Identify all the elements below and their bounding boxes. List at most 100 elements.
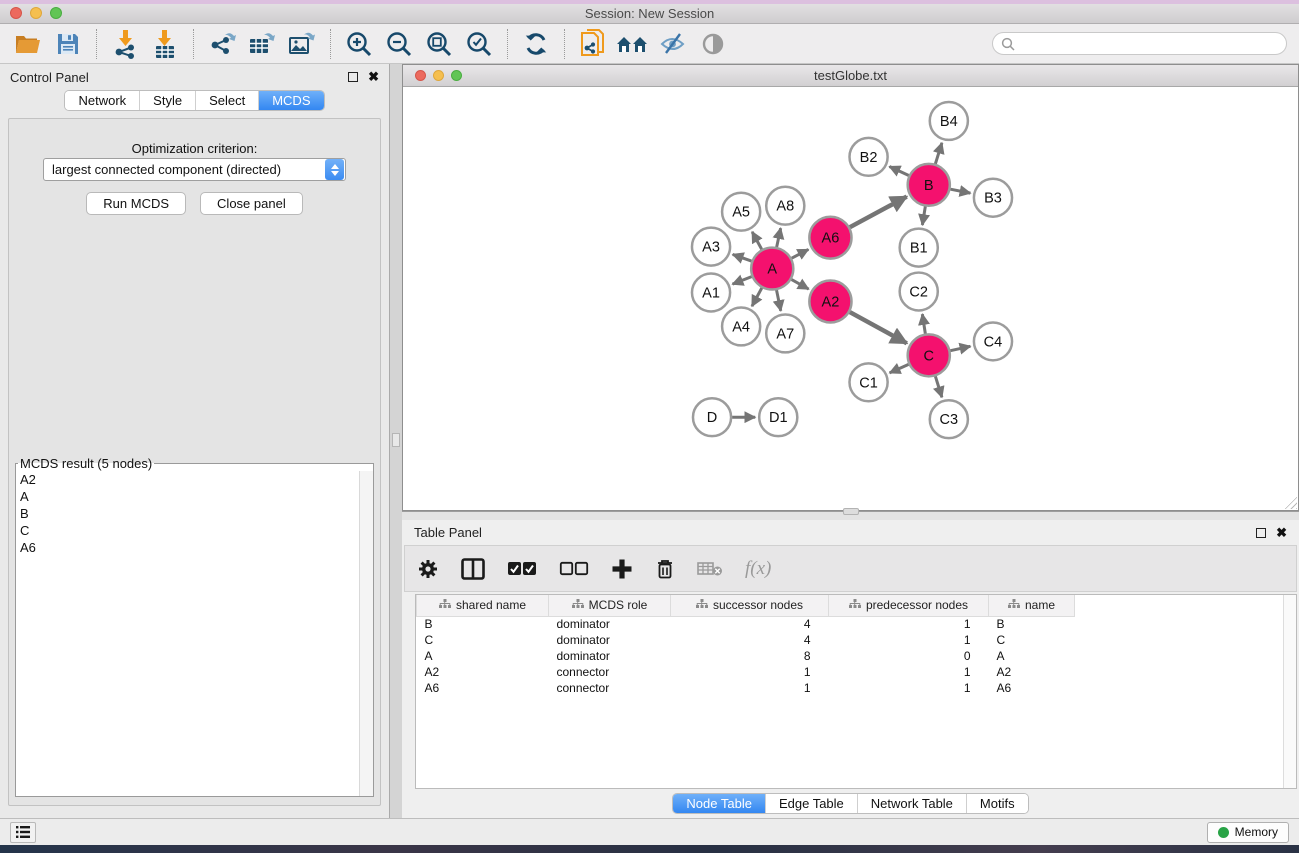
graph-node-D[interactable]: D <box>693 398 731 436</box>
graph-edge-B-B2[interactable] <box>889 167 908 176</box>
network-minimize-button[interactable] <box>433 70 444 81</box>
table-row[interactable]: Adominator80A <box>417 648 1091 664</box>
result-item[interactable]: A2 <box>16 471 359 488</box>
table-cell[interactable]: 4 <box>671 632 829 648</box>
tab-motifs[interactable]: Motifs <box>967 794 1028 813</box>
graph-edge-A-A8[interactable] <box>777 228 781 247</box>
table-row[interactable]: Bdominator41B <box>417 616 1091 632</box>
column-header-MCDS-role[interactable]: MCDS role <box>549 595 671 616</box>
graph-edge-C-C3[interactable] <box>935 376 942 397</box>
graph-edge-A6-B[interactable] <box>850 197 907 228</box>
graph-node-B4[interactable]: B4 <box>930 102 968 140</box>
result-item[interactable]: B <box>16 505 359 522</box>
show-all-icon[interactable] <box>696 28 730 60</box>
show-hide-graphics-details-icon[interactable] <box>616 28 650 60</box>
minimize-window-button[interactable] <box>30 7 42 19</box>
export-network-icon[interactable] <box>205 28 239 60</box>
result-item[interactable]: A6 <box>16 539 359 556</box>
table-cell[interactable]: 1 <box>671 680 829 696</box>
network-zoom-button[interactable] <box>451 70 462 81</box>
apply-function-icon[interactable]: f(x) <box>745 558 771 580</box>
table-scrollbar[interactable] <box>1283 595 1296 788</box>
column-sort-icon[interactable] <box>439 598 451 612</box>
graph-node-A8[interactable]: A8 <box>766 187 804 225</box>
import-network-from-file-icon[interactable] <box>108 28 142 60</box>
table-cell[interactable]: A2 <box>989 664 1075 680</box>
show-columns-icon[interactable] <box>461 558 485 580</box>
graph-node-A7[interactable]: A7 <box>766 314 804 352</box>
memory-button[interactable]: Memory <box>1207 822 1289 843</box>
result-item[interactable]: A <box>16 488 359 505</box>
graph-node-C[interactable]: C <box>908 334 950 376</box>
column-sort-icon[interactable] <box>1008 598 1020 612</box>
tab-select[interactable]: Select <box>196 91 259 110</box>
run-mcds-button[interactable]: Run MCDS <box>86 192 186 215</box>
float-panel-icon[interactable] <box>348 72 358 82</box>
window-titlebar[interactable]: Session: New Session <box>0 4 1299 24</box>
graph-edge-C-C4[interactable] <box>950 346 970 350</box>
add-column-icon[interactable] <box>611 558 633 580</box>
close-window-button[interactable] <box>10 7 22 19</box>
table-cell[interactable]: 4 <box>671 616 829 632</box>
zoom-selected-icon[interactable] <box>462 28 496 60</box>
graph-edge-B-B3[interactable] <box>950 189 970 193</box>
table-cell[interactable]: dominator <box>549 648 671 664</box>
delete-columns-icon[interactable] <box>655 558 675 580</box>
table-row[interactable]: A6connector11A6 <box>417 680 1091 696</box>
table-cell[interactable]: A <box>417 648 549 664</box>
select-all-checkboxes-icon[interactable] <box>507 561 537 577</box>
zoom-fit-icon[interactable] <box>422 28 456 60</box>
export-table-icon[interactable] <box>245 28 279 60</box>
graph-edge-C-C2[interactable] <box>922 314 925 334</box>
table-row[interactable]: A2connector11A2 <box>417 664 1091 680</box>
column-sort-icon[interactable] <box>572 598 584 612</box>
horizontal-splitter[interactable] <box>402 511 1299 520</box>
graph-edge-C-C1[interactable] <box>890 364 909 373</box>
graph-node-B2[interactable]: B2 <box>849 138 887 176</box>
table-options-gear-icon[interactable] <box>417 558 439 580</box>
graph-edge-A-A4[interactable] <box>752 288 762 306</box>
graph-node-A3[interactable]: A3 <box>692 228 730 266</box>
graph-node-A[interactable]: A <box>751 248 793 290</box>
graph-node-A4[interactable]: A4 <box>722 307 760 345</box>
search-input[interactable] <box>992 32 1287 55</box>
table-panel-float-icon[interactable] <box>1256 528 1266 538</box>
new-network-from-selection-icon[interactable] <box>576 28 610 60</box>
close-panel-button[interactable]: Close panel <box>200 192 303 215</box>
table-cell[interactable]: B <box>989 616 1075 632</box>
result-scrollbar[interactable] <box>359 471 373 796</box>
network-close-button[interactable] <box>415 70 426 81</box>
graph-edge-A-A1[interactable] <box>733 277 752 284</box>
table-cell[interactable]: connector <box>549 680 671 696</box>
table-cell[interactable]: dominator <box>549 616 671 632</box>
table-cell[interactable]: A6 <box>989 680 1075 696</box>
graph-node-B3[interactable]: B3 <box>974 179 1012 217</box>
table-cell[interactable]: 1 <box>829 632 989 648</box>
import-table-from-file-icon[interactable] <box>148 28 182 60</box>
table-cell[interactable]: A6 <box>417 680 549 696</box>
zoom-window-button[interactable] <box>50 7 62 19</box>
tab-edge-table[interactable]: Edge Table <box>766 794 858 813</box>
graph-node-A5[interactable]: A5 <box>722 193 760 231</box>
tab-style[interactable]: Style <box>140 91 196 110</box>
graph-node-C1[interactable]: C1 <box>849 363 887 401</box>
column-sort-icon[interactable] <box>696 598 708 612</box>
graph-edge-A-A3[interactable] <box>733 254 752 261</box>
table-cell[interactable]: B <box>417 616 549 632</box>
open-file-icon[interactable] <box>11 28 45 60</box>
column-header-shared-name[interactable]: shared name <box>417 595 549 616</box>
table-cell[interactable]: 0 <box>829 648 989 664</box>
column-header-predecessor-nodes[interactable]: predecessor nodes <box>829 595 989 616</box>
column-header-successor-nodes[interactable]: successor nodes <box>671 595 829 616</box>
graph-node-A1[interactable]: A1 <box>692 274 730 312</box>
column-sort-icon[interactable] <box>849 598 861 612</box>
horizontal-splitter-grip[interactable] <box>843 508 859 515</box>
graph-node-A6[interactable]: A6 <box>809 217 851 259</box>
table-cell[interactable]: connector <box>549 664 671 680</box>
graph-edge-A2-C[interactable] <box>850 312 907 343</box>
table-row[interactable]: Cdominator41C <box>417 632 1091 648</box>
table-cell[interactable]: A2 <box>417 664 549 680</box>
graph-node-A2[interactable]: A2 <box>809 281 851 323</box>
table-cell[interactable]: C <box>989 632 1075 648</box>
zoom-in-icon[interactable] <box>342 28 376 60</box>
